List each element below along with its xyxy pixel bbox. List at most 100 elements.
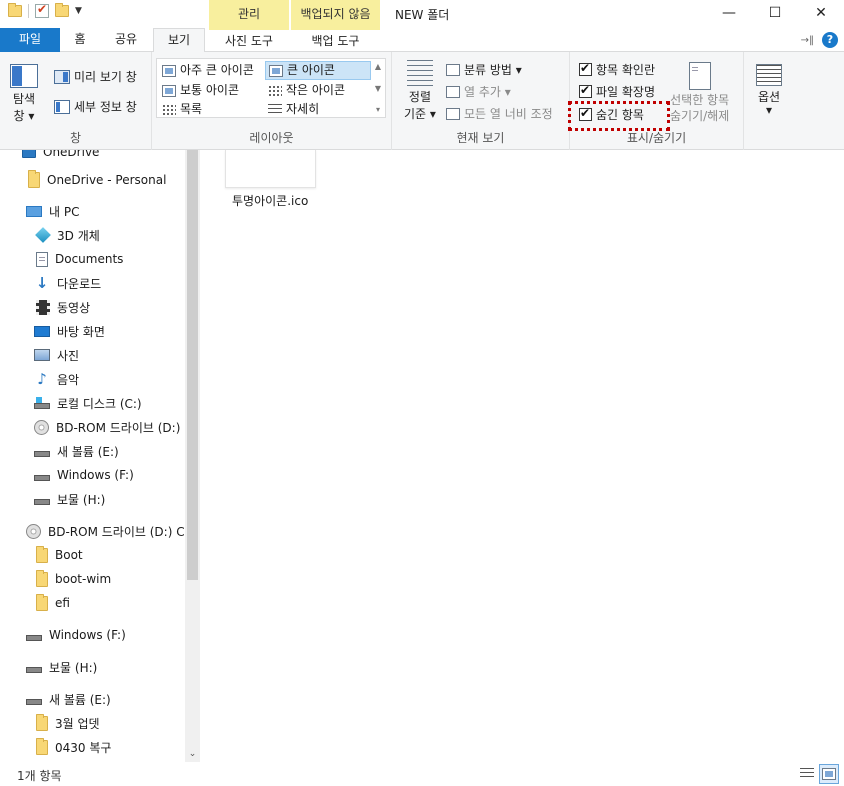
nav-item-music[interactable]: ♪ 음악: [34, 367, 79, 391]
layout-group-label: 레이아웃: [249, 131, 294, 145]
nav-item-windows-f-root[interactable]: Windows (F:): [26, 623, 126, 647]
tab-backup-tools[interactable]: 백업 도구: [291, 28, 380, 52]
drive-icon: [26, 635, 42, 641]
minimize-button[interactable]: —: [706, 0, 752, 28]
layout-list[interactable]: 목록: [159, 100, 265, 119]
nav-item-boot[interactable]: Boot: [36, 543, 83, 567]
current-view-group-label: 현재 보기: [456, 131, 505, 145]
nav-item-3d-objects[interactable]: 3D 개체: [35, 223, 100, 247]
details-pane-button[interactable]: 세부 정보 창: [54, 98, 137, 115]
pin-ribbon-icon[interactable]: →‖: [801, 35, 814, 46]
tab-view[interactable]: 보기: [153, 28, 205, 53]
layout-item-label: 자세히: [286, 102, 320, 116]
navigation-pane-button[interactable]: 탐색 창 ▾: [10, 64, 38, 124]
chevron-up-icon[interactable]: ▲: [375, 62, 381, 71]
folder-icon: [36, 569, 48, 587]
chevron-down-icon[interactable]: ⌄: [185, 747, 200, 762]
navigation-scroll-thumb[interactable]: [187, 150, 198, 580]
nav-item-efi[interactable]: efi: [36, 591, 70, 615]
cloud-icon: [22, 150, 36, 158]
item-checkboxes-checkbox[interactable]: [579, 61, 592, 76]
tab-picture-tools[interactable]: 사진 도구: [209, 28, 289, 52]
add-columns-button[interactable]: 열 추가 ▾: [446, 83, 511, 100]
layout-small-icons[interactable]: 작은 아이콘: [265, 81, 371, 100]
new-folder-icon[interactable]: [55, 3, 69, 17]
group-by-button[interactable]: 분류 방법 ▾: [446, 61, 522, 78]
nav-item-downloads[interactable]: ↓ 다운로드: [34, 271, 101, 295]
layout-gallery: 아주 큰 아이콘 큰 아이콘 보통 아이콘 작은 아이콘 목록 자세히 ▲ ▼ …: [156, 58, 386, 118]
nav-item-march-update[interactable]: 3월 업뎃: [36, 711, 100, 735]
nav-item-treasure-h[interactable]: 보물 (H:): [34, 487, 105, 511]
nav-item-desktop[interactable]: 바탕 화면: [34, 319, 105, 343]
nav-item-label: 바탕 화면: [57, 324, 105, 339]
nav-item-label: Windows (F:): [57, 468, 134, 482]
nav-item-this-pc[interactable]: 내 PC: [26, 199, 79, 223]
nav-item-boot-wim[interactable]: boot-wim: [36, 567, 111, 591]
nav-item-label: 로컬 디스크 (C:): [57, 396, 142, 411]
nav-item-volume-e[interactable]: 새 볼륨 (E:): [34, 439, 119, 463]
nav-item-label: 동영상: [57, 300, 91, 315]
maximize-button[interactable]: ☐: [752, 0, 798, 28]
layout-gallery-scroll[interactable]: ▲ ▼ ▾: [371, 59, 385, 117]
nav-item-onedrive[interactable]: OneDrive: [22, 150, 99, 164]
nav-item-pictures[interactable]: 사진: [34, 343, 79, 367]
navigation-scrollbar[interactable]: ⌄: [185, 150, 200, 762]
nav-item-local-disk-c[interactable]: 로컬 디스크 (C:): [34, 391, 142, 415]
layout-large-icons[interactable]: 큰 아이콘: [265, 61, 371, 80]
options-icon: [756, 64, 782, 86]
details-view-button[interactable]: [797, 764, 817, 784]
context-tab-backup: 백업되지 않음: [291, 0, 380, 28]
options-button[interactable]: 옵션 ▾: [756, 64, 782, 117]
tab-home[interactable]: 홈: [60, 28, 100, 52]
nav-item-treasure-h-root[interactable]: 보물 (H:): [26, 655, 97, 679]
nav-item-bd-rom-d-root[interactable]: BD-ROM 드라이브 (D:) C: [26, 519, 185, 543]
file-thumbnail[interactable]: [225, 150, 316, 188]
layout-extra-large-icons[interactable]: 아주 큰 아이콘: [159, 61, 265, 80]
sort-by-button[interactable]: 정렬 기준 ▾: [404, 60, 436, 122]
hide-selected-items-button[interactable]: 선택한 항목 숨기기/해제: [670, 62, 729, 124]
nav-item-onedrive-personal[interactable]: OneDrive - Personal: [28, 168, 166, 192]
layout-details[interactable]: 자세히: [265, 100, 371, 119]
nav-item-label: 새 볼륨 (E:): [49, 692, 111, 707]
chevron-down-icon[interactable]: ▼: [375, 84, 381, 93]
tab-share[interactable]: 공유: [100, 28, 152, 52]
nav-item-label: boot-wim: [55, 572, 112, 586]
pane-group-label: 창: [69, 131, 82, 145]
file-extensions-checkbox[interactable]: [579, 83, 592, 98]
sort-by-label-1: 정렬: [408, 90, 431, 104]
folder-icon[interactable]: [8, 3, 22, 17]
nav-item-label: Windows (F:): [49, 628, 126, 642]
nav-item-documents[interactable]: Documents: [36, 247, 123, 271]
disc-icon: [34, 419, 49, 435]
nav-item-windows-f[interactable]: Windows (F:): [34, 463, 134, 487]
large-icons-view-button[interactable]: [819, 764, 839, 784]
hide-selected-icon: [688, 62, 711, 90]
file-name-label[interactable]: 투명아이콘.ico: [232, 192, 308, 209]
file-list-area[interactable]: 투명아이콘.ico: [200, 150, 844, 762]
nav-item-volume-e-root[interactable]: 새 볼륨 (E:): [26, 687, 111, 711]
layout-item-label: 목록: [180, 102, 203, 116]
nav-item-videos[interactable]: 동영상: [36, 295, 90, 319]
sort-icon: [406, 60, 433, 86]
expand-gallery-icon[interactable]: ▾: [376, 105, 380, 114]
ribbon: 탐색 창 ▾ 미리 보기 창 세부 정보 창 창 레이아웃 아주 큰 아이콘 큰…: [0, 52, 844, 150]
size-all-columns-button[interactable]: 모든 열 너비 조정: [446, 105, 553, 122]
tab-file[interactable]: 파일: [0, 28, 60, 52]
file-extensions-toggle[interactable]: 파일 확장명: [579, 83, 655, 100]
nav-item-label: 다운로드: [57, 276, 102, 291]
preview-pane-button[interactable]: 미리 보기 창: [54, 68, 137, 85]
properties-icon[interactable]: [35, 2, 49, 18]
layout-medium-icons[interactable]: 보통 아이콘: [159, 81, 265, 100]
close-button[interactable]: ✕: [798, 0, 844, 28]
item-checkboxes-toggle[interactable]: 항목 확인란: [579, 61, 655, 78]
nav-item-label: OneDrive: [43, 150, 100, 159]
nav-item-bd-rom-d[interactable]: BD-ROM 드라이브 (D:): [34, 415, 180, 439]
details-pane-label: 세부 정보 창: [74, 100, 137, 114]
nav-item-0430-recovery[interactable]: 0430 복구: [36, 735, 111, 759]
nav-item-label: 보물 (H:): [57, 492, 106, 507]
desktop-icon: [34, 325, 50, 337]
extra-large-icons-icon: [162, 64, 176, 77]
customize-toolbar-icon[interactable]: ▼: [75, 6, 82, 16]
help-icon[interactable]: ?: [822, 32, 838, 48]
video-icon: [36, 299, 50, 315]
